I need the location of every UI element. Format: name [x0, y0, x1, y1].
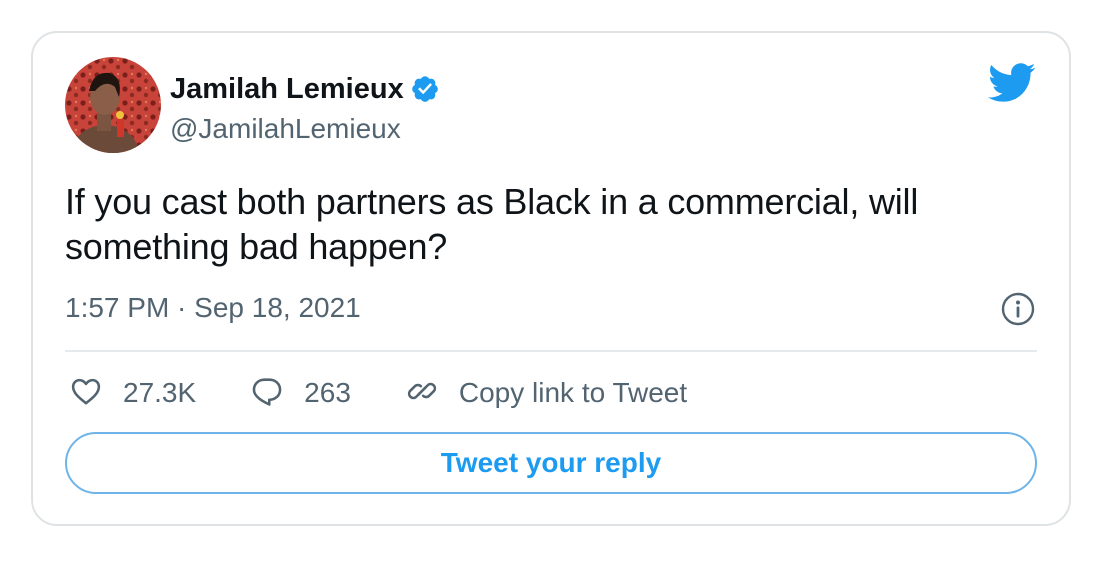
verified-badge-icon	[410, 74, 440, 104]
avatar[interactable]	[65, 57, 161, 153]
reply-count: 263	[304, 377, 351, 408]
link-icon	[405, 374, 439, 413]
tweet-actions: 27.3K 263 Copy link to Tweet	[69, 371, 741, 415]
author-handle[interactable]: @JamilahLemieux	[170, 109, 401, 149]
like-button[interactable]: 27.3K	[69, 373, 196, 413]
like-count: 27.3K	[123, 377, 197, 408]
tweet-timestamp[interactable]: 1:57 PM · Sep 18, 2021	[65, 288, 361, 328]
tweet-card: Jamilah Lemieux @JamilahLemieux If you c…	[31, 31, 1071, 526]
twitter-bird-icon[interactable]	[988, 63, 1036, 103]
display-name[interactable]: Jamilah Lemieux	[170, 69, 404, 109]
avatar-image	[65, 57, 161, 153]
tweet-your-reply-button[interactable]: Tweet your reply	[65, 432, 1037, 494]
info-icon[interactable]	[1001, 292, 1035, 326]
tweet-text: If you cast both partners as Black in a …	[65, 181, 919, 267]
divider	[65, 350, 1037, 352]
heart-icon	[69, 374, 103, 413]
reply-bubble-icon	[250, 374, 284, 413]
copy-link-label: Copy link to Tweet	[458, 377, 688, 408]
author-name-row[interactable]: Jamilah Lemieux	[170, 69, 440, 109]
tweet-your-reply-label: Tweet your reply	[440, 447, 662, 478]
reply-button[interactable]: 263	[250, 373, 351, 413]
copy-link-button[interactable]: Copy link to Tweet	[405, 373, 687, 413]
